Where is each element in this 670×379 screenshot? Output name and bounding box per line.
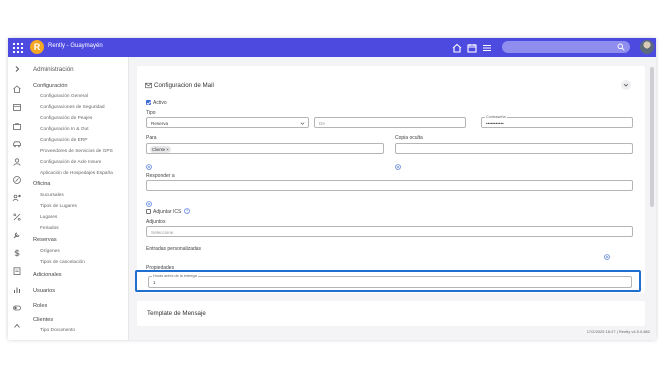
add-entrada-icon[interactable]	[604, 247, 610, 260]
de-placeholder: De	[319, 121, 325, 126]
app-title[interactable]: Rently - Guaymayén	[48, 43, 103, 49]
compass-icon[interactable]	[12, 172, 22, 184]
tipo-value: Reserva	[151, 121, 169, 126]
sidebar-item-tipos-lugares[interactable]: Tipos de Lugares	[40, 204, 77, 209]
contrasena-label: Contraseña	[485, 115, 507, 119]
sidebar-item-hospedajes[interactable]: Aplicación de Hospedajes España	[40, 171, 113, 176]
home-icon[interactable]	[12, 81, 22, 93]
chevron-right-icon[interactable]	[12, 61, 22, 72]
sidebar-admin-title: Administración	[33, 66, 74, 73]
template-card: Template de Mensaje	[137, 301, 645, 326]
tipo-select[interactable]: Reserva	[146, 117, 309, 128]
sidebar-item-lugares[interactable]: Lugares	[40, 215, 57, 220]
entradas-label: Entradas personalizadas	[146, 246, 202, 252]
sidebar-item-seguridad[interactable]: Configuraciones de Seguridad	[40, 105, 105, 110]
tipo-label: Tipo	[146, 110, 156, 116]
add-para-icon[interactable]	[146, 157, 152, 170]
footer-info: 17/2/2025 16:27 | Rently v4.5.0.882	[586, 329, 650, 334]
sidebar-section-configuracion[interactable]: Configuración	[33, 83, 68, 89]
sidebar-item-axle-insure[interactable]: Configuración de Axle Insure	[40, 160, 101, 165]
avatar[interactable]	[640, 40, 654, 54]
sidebar-section-reservas[interactable]: Reservas	[33, 237, 57, 243]
copia-oculta-label: Copia oculta	[395, 135, 423, 141]
top-bar: R Rently - Guaymayén	[8, 38, 656, 57]
icon-rail	[8, 57, 26, 340]
collapse-button[interactable]	[621, 80, 631, 90]
app-window: R Rently - Guaymayén Administración Conf…	[8, 38, 656, 340]
sidebar-item-sucursales[interactable]: Sucursales	[40, 193, 64, 198]
card-title: Configuracion de Mail	[154, 82, 214, 89]
sidebar-section-oficina[interactable]: Oficina	[33, 181, 50, 187]
user-icon[interactable]	[12, 154, 22, 166]
contrasena-value: •••••••••••	[486, 121, 504, 126]
adjuntar-ics-label: Adjuntar ICS	[153, 209, 182, 215]
sidebar-section-usuarios[interactable]: Usuarios	[33, 288, 55, 294]
activo-checkbox[interactable]	[146, 100, 151, 105]
search-input[interactable]	[502, 41, 630, 53]
template-title: Template de Mensaje	[147, 310, 206, 317]
adjuntar-ics-checkbox[interactable]	[146, 209, 151, 214]
scrollbar[interactable]	[650, 67, 654, 207]
sidebar-section-roles[interactable]: Roles	[33, 303, 47, 309]
app-logo: R	[30, 40, 44, 54]
para-input[interactable]: Cliente ×	[146, 143, 384, 154]
sidebar-item-gps[interactable]: Proveedores de Servicios de GPS	[40, 149, 113, 154]
chevron-down-icon	[623, 83, 629, 87]
menu-icon[interactable]	[481, 41, 493, 53]
sidebar-item-erp[interactable]: Configuración de ERP	[40, 138, 87, 143]
sidebar-item-feriados[interactable]: Feriados	[40, 226, 59, 231]
car-icon[interactable]	[12, 136, 22, 148]
sidebar-item-tipos-cancelacion[interactable]: Tipos de cancelación	[40, 260, 85, 265]
calendar-icon[interactable]	[466, 41, 478, 53]
mail-icon	[145, 82, 152, 89]
mail-config-card: Configuracion de Mail Activo Tipo Reserv…	[137, 66, 645, 293]
calendar-icon[interactable]	[12, 99, 22, 111]
sidebar-item-tipo-documento[interactable]: Tipo Documento	[40, 328, 75, 333]
toggle-icon[interactable]	[12, 300, 22, 311]
wrench-icon[interactable]	[12, 227, 22, 239]
highlight-box	[135, 270, 641, 292]
contrasena-input[interactable]: Contraseña •••••••••••	[481, 115, 633, 128]
responder-input[interactable]	[146, 180, 633, 191]
chevron-up-icon[interactable]	[12, 318, 22, 328]
search-icon	[617, 43, 625, 51]
settings-users-icon[interactable]	[12, 190, 22, 202]
activo-label: Activo	[153, 100, 167, 106]
help-icon[interactable]	[184, 208, 190, 214]
add-copia-icon[interactable]	[395, 157, 401, 170]
adjuntos-placeholder: Seleccione	[151, 230, 174, 235]
cliente-chip[interactable]: Cliente ×	[150, 146, 171, 153]
adjuntos-select[interactable]: Seleccione	[146, 226, 633, 237]
sidebar: Administración Configuración Configuraci…	[26, 57, 128, 340]
adjuntos-label: Adjuntos	[146, 219, 166, 225]
responder-label: Responder a	[146, 173, 175, 179]
para-label: Para	[146, 135, 157, 141]
dollar-icon[interactable]	[12, 245, 22, 257]
sidebar-section-adicionales[interactable]: Adicionales	[33, 272, 62, 278]
add-responder-icon[interactable]	[146, 194, 152, 207]
bar-chart-icon[interactable]	[12, 282, 22, 293]
briefcase-icon[interactable]	[12, 118, 22, 130]
document-icon[interactable]	[12, 263, 22, 276]
sidebar-item-in-out[interactable]: Configuración In & Out	[40, 127, 89, 132]
sidebar-item-origenes[interactable]: Orígenes	[40, 249, 60, 254]
home-icon[interactable]	[451, 41, 463, 53]
sidebar-section-clientes[interactable]: Clientes	[33, 317, 53, 323]
main-content: Configuracion de Mail Activo Tipo Reserv…	[129, 57, 656, 340]
copia-oculta-input[interactable]	[395, 143, 633, 154]
sidebar-item-peajes[interactable]: Configuración de Peajes	[40, 116, 92, 121]
percent-icon[interactable]	[12, 209, 22, 221]
sidebar-item-configuracion-general[interactable]: Configuración General	[40, 94, 88, 99]
chevron-down-icon	[300, 122, 305, 125]
apps-grid-icon[interactable]	[11, 40, 26, 55]
de-input[interactable]: De	[314, 117, 466, 128]
